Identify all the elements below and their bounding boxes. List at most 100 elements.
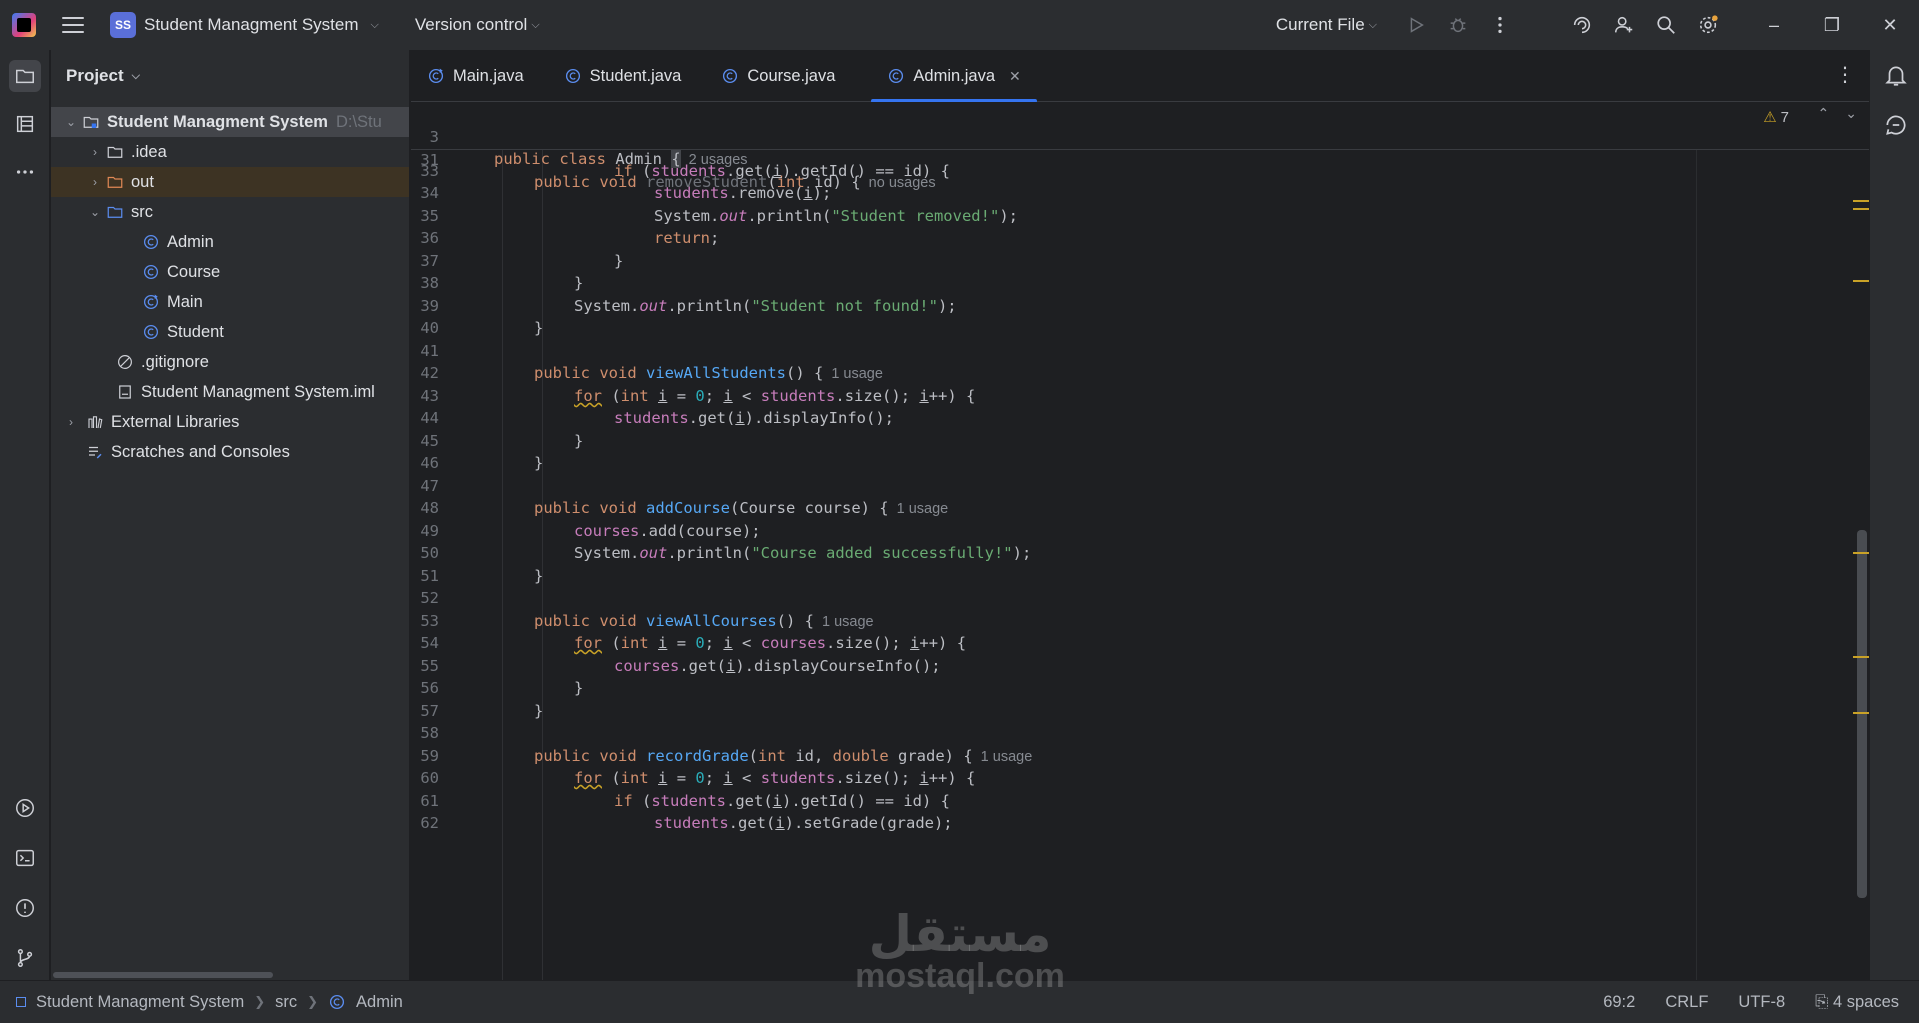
- warning-stripe-mark[interactable]: [1853, 656, 1869, 658]
- line-code: students.get(i).setGrade(grade);: [654, 814, 953, 832]
- tree-item-idea[interactable]: › .idea: [51, 137, 409, 167]
- problems-icon[interactable]: [9, 892, 41, 924]
- line-code: System.out.println("Student not found!")…: [574, 297, 957, 315]
- main-menu-icon[interactable]: [62, 17, 84, 33]
- code-line: 42 public void viewAllStudents() {1 usage: [411, 362, 1781, 384]
- line-number: 43: [420, 387, 439, 405]
- tree-item-gitignore[interactable]: .gitignore: [51, 347, 409, 377]
- tree-item-out[interactable]: › out: [51, 167, 409, 197]
- line-code: public class Admin {2 usages: [494, 150, 748, 168]
- run-icon[interactable]: [1395, 4, 1437, 46]
- warning-stripe-mark[interactable]: [1853, 552, 1869, 554]
- project-folder-icon[interactable]: [9, 60, 41, 92]
- caret-position[interactable]: 69:2: [1603, 993, 1635, 1012]
- editor-vertical-scrollbar[interactable]: [1857, 530, 1867, 898]
- intellij-logo-icon[interactable]: [12, 13, 36, 37]
- debug-icon[interactable]: [1437, 4, 1479, 46]
- line-number: 59: [420, 747, 439, 765]
- usage-hint[interactable]: 2 usages: [689, 152, 748, 168]
- version-control-menu[interactable]: Version control ⌵: [415, 15, 540, 35]
- tree-item-student[interactable]: Student: [51, 317, 409, 347]
- file-encoding[interactable]: UTF-8: [1738, 993, 1785, 1012]
- tree-item-src[interactable]: ⌄ src: [51, 197, 409, 227]
- previous-highlight-icon[interactable]: ⌃: [1818, 106, 1830, 122]
- status-bar: Student Managment System ❯ src ❯ Admin 6…: [0, 980, 1919, 1023]
- line-number: 44: [420, 409, 439, 427]
- collapsed-arrow-icon[interactable]: ›: [61, 415, 81, 429]
- restore-window-button[interactable]: ❐: [1803, 0, 1861, 50]
- line-code: }: [614, 252, 624, 270]
- notifications-bell-icon[interactable]: [1883, 62, 1909, 88]
- usage-hint[interactable]: no usages: [869, 175, 936, 191]
- collapsed-arrow-icon[interactable]: ›: [85, 175, 105, 189]
- code-view[interactable]: 3 public class Admin {2 usages 31 public…: [411, 102, 1869, 980]
- structure-icon[interactable]: [9, 108, 41, 140]
- git-branch-icon[interactable]: [9, 942, 41, 974]
- tree-item-label: out: [131, 172, 154, 191]
- tab-label: Course.java: [747, 66, 836, 85]
- tree-item-admin[interactable]: Admin: [51, 227, 409, 257]
- tree-item-external-libraries[interactable]: › External Libraries: [51, 407, 409, 437]
- minimize-window-button[interactable]: –: [1745, 0, 1803, 50]
- add-user-icon[interactable]: [1603, 4, 1645, 46]
- code-line: 55 courses.get(i).displayCourseInfo();: [411, 655, 1781, 677]
- inspection-warnings-badge[interactable]: ⚠ 7: [1763, 108, 1789, 127]
- warning-stripe-mark[interactable]: [1853, 200, 1869, 202]
- run-tool-icon[interactable]: [9, 792, 41, 824]
- project-switcher[interactable]: SS Student Managment System ⌵: [110, 12, 379, 38]
- ai-assistant-icon[interactable]: [1561, 4, 1603, 46]
- more-actions-icon[interactable]: [1479, 4, 1521, 46]
- search-icon[interactable]: [1645, 4, 1687, 46]
- usage-hint[interactable]: 1 usage: [822, 614, 874, 630]
- tree-item-main[interactable]: Main: [51, 287, 409, 317]
- warning-stripe-mark[interactable]: [1853, 208, 1869, 210]
- next-highlight-icon[interactable]: ⌄: [1845, 106, 1857, 122]
- line-number: 40: [420, 319, 439, 337]
- tree-item-iml[interactable]: Student Managment System.iml: [51, 377, 409, 407]
- tab-main-java[interactable]: Main.java: [411, 50, 540, 102]
- line-code: for (int i = 0; i < students.size(); i++…: [574, 387, 976, 405]
- tree-item-label: src: [131, 202, 153, 221]
- close-tab-icon[interactable]: ✕: [1009, 68, 1021, 85]
- code-line: 60 for (int i = 0; i < students.size(); i…: [411, 767, 1781, 789]
- usage-hint[interactable]: 1 usage: [981, 749, 1033, 765]
- tab-course-java[interactable]: Course.java: [705, 50, 851, 102]
- tabs-more-icon[interactable]: ⋮: [1835, 62, 1855, 87]
- tab-admin-java[interactable]: Admin.java ✕: [871, 50, 1038, 103]
- indent-setting[interactable]: ⎘ 4 spaces: [1815, 993, 1899, 1012]
- warning-stripe-mark[interactable]: [1853, 712, 1869, 714]
- breadcrumb-admin[interactable]: Admin: [356, 993, 403, 1012]
- tab-label: Student.java: [589, 66, 682, 85]
- tab-student-java[interactable]: Student.java: [548, 50, 698, 102]
- line-number: 47: [420, 477, 439, 495]
- project-panel-title[interactable]: Project ⌵: [51, 50, 409, 102]
- more-tools-icon[interactable]: [9, 156, 41, 188]
- libraries-icon: [85, 412, 105, 432]
- settings-gear-icon[interactable]: [1687, 4, 1729, 46]
- tree-item-module-root[interactable]: ⌄ Student Managment System D:\Stu: [51, 107, 409, 137]
- project-panel-horizontal-scrollbar[interactable]: [51, 970, 409, 980]
- tree-item-course[interactable]: Course: [51, 257, 409, 287]
- line-number: 39: [420, 297, 439, 315]
- usage-hint[interactable]: 1 usage: [897, 501, 949, 517]
- expanded-arrow-icon[interactable]: ⌄: [85, 205, 105, 219]
- code-line: 45}: [411, 430, 1781, 452]
- ai-chat-icon[interactable]: [1883, 112, 1909, 138]
- line-number: 62: [420, 814, 439, 832]
- terminal-icon[interactable]: [9, 842, 41, 874]
- code-line: 47: [411, 475, 1781, 497]
- run-configuration-select[interactable]: Current File ⌵: [1276, 15, 1377, 35]
- line-separator[interactable]: CRLF: [1665, 993, 1708, 1012]
- warning-stripe-mark[interactable]: [1853, 280, 1869, 282]
- breadcrumb-project[interactable]: Student Managment System: [36, 993, 244, 1012]
- expanded-arrow-icon[interactable]: ⌄: [61, 115, 81, 129]
- line-code: for (int i = 0; i < courses.size(); i++)…: [574, 634, 967, 652]
- code-line: 58: [411, 722, 1781, 744]
- tree-item-scratches[interactable]: Scratches and Consoles: [51, 437, 409, 467]
- usage-hint[interactable]: 1 usage: [831, 366, 883, 382]
- code-line: 36 return;: [411, 227, 1781, 249]
- close-window-button[interactable]: ✕: [1861, 0, 1919, 50]
- collapsed-arrow-icon[interactable]: ›: [85, 145, 105, 159]
- tree-item-label: Student: [167, 322, 224, 341]
- breadcrumb-src[interactable]: src: [275, 993, 297, 1012]
